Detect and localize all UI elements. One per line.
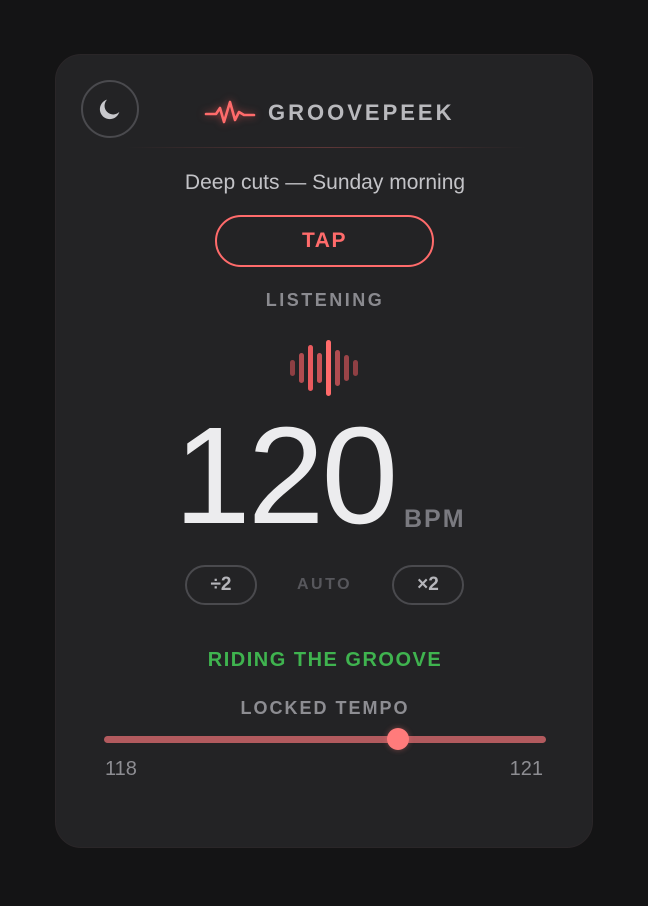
locked-tempo-slider[interactable]: [104, 728, 546, 750]
slider-thumb[interactable]: [386, 728, 409, 750]
heartbeat-pulse-icon: [204, 98, 256, 128]
bpm-unit: BPM: [404, 505, 466, 533]
status-label: LISTENING: [265, 290, 385, 310]
waveform-icon: [290, 340, 358, 396]
tempo-card: GROOVEPEEK Deep cuts — Sunday morning TA…: [55, 54, 593, 848]
halve-tempo-button[interactable]: ÷2: [185, 565, 257, 605]
theme-toggle-button[interactable]: [81, 80, 139, 138]
auto-mode-label: AUTO: [296, 576, 353, 593]
range-min-label: 118: [105, 758, 137, 780]
tap-button[interactable]: TAP: [215, 215, 434, 267]
moon-icon: [99, 99, 120, 120]
range-max-label: 121: [509, 758, 543, 780]
groove-status-message: RIDING THE GROOVE: [207, 649, 443, 671]
slider-track[interactable]: [104, 736, 546, 743]
session-title: Deep cuts — Sunday morning: [184, 171, 466, 194]
bpm-value: 120: [174, 399, 398, 553]
header-divider: [126, 147, 526, 148]
app-name: GROOVEPEEK: [268, 100, 455, 125]
locked-tempo-label: LOCKED TEMPO: [240, 698, 410, 718]
brand: GROOVEPEEK: [204, 95, 454, 131]
double-tempo-button[interactable]: ×2: [392, 565, 464, 605]
